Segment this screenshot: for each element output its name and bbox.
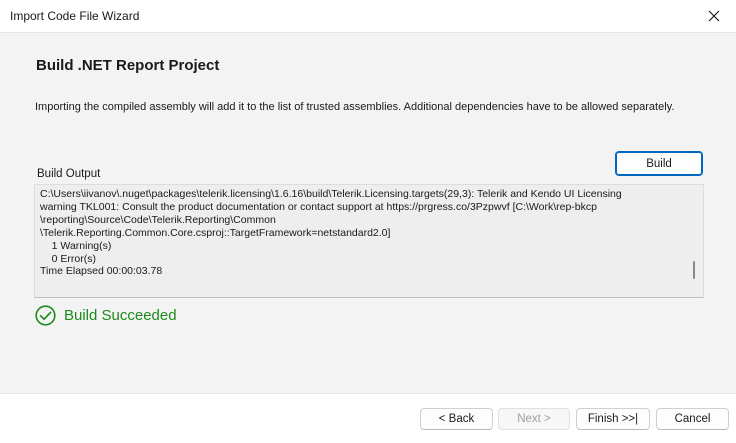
output-line: warning TKL001: Consult the product docu… — [40, 200, 597, 213]
finish-button[interactable]: Finish >>| — [576, 408, 650, 430]
output-line: C:\Users\iivanov\.nuget\packages\telerik… — [40, 188, 622, 200]
close-button[interactable] — [692, 0, 736, 32]
output-line: 0 Error(s) — [40, 252, 97, 265]
check-circle-icon — [35, 305, 56, 326]
page-heading: Build .NET Report Project — [36, 57, 220, 74]
window-title: Import Code File Wizard — [10, 9, 140, 23]
build-output-textbox[interactable]: C:\Users\iivanov\.nuget\packages\telerik… — [34, 184, 704, 298]
next-button[interactable]: Next > — [498, 408, 570, 430]
build-output-text: C:\Users\iivanov\.nuget\packages\telerik… — [40, 188, 685, 278]
close-icon — [708, 10, 720, 22]
vertical-scrollbar[interactable] — [687, 185, 703, 297]
output-line: \reporting\Source\Code\Telerik.Reporting… — [40, 213, 276, 226]
build-status: Build Succeeded — [35, 305, 177, 326]
output-line: \Telerik.Reporting.Common.Core.csproj::T… — [40, 226, 391, 239]
build-button[interactable]: Build — [615, 151, 703, 176]
cancel-button[interactable]: Cancel — [656, 408, 729, 430]
scrollbar-thumb[interactable] — [693, 261, 695, 279]
title-bar: Import Code File Wizard — [0, 0, 736, 32]
back-button[interactable]: < Back — [420, 408, 493, 430]
build-output-label: Build Output — [37, 168, 101, 180]
build-status-text: Build Succeeded — [64, 307, 177, 324]
page-description: Importing the compiled assembly will add… — [35, 101, 675, 113]
output-line: Time Elapsed 00:00:03.78 — [40, 265, 163, 278]
output-line: 1 Warning(s) — [40, 239, 112, 252]
